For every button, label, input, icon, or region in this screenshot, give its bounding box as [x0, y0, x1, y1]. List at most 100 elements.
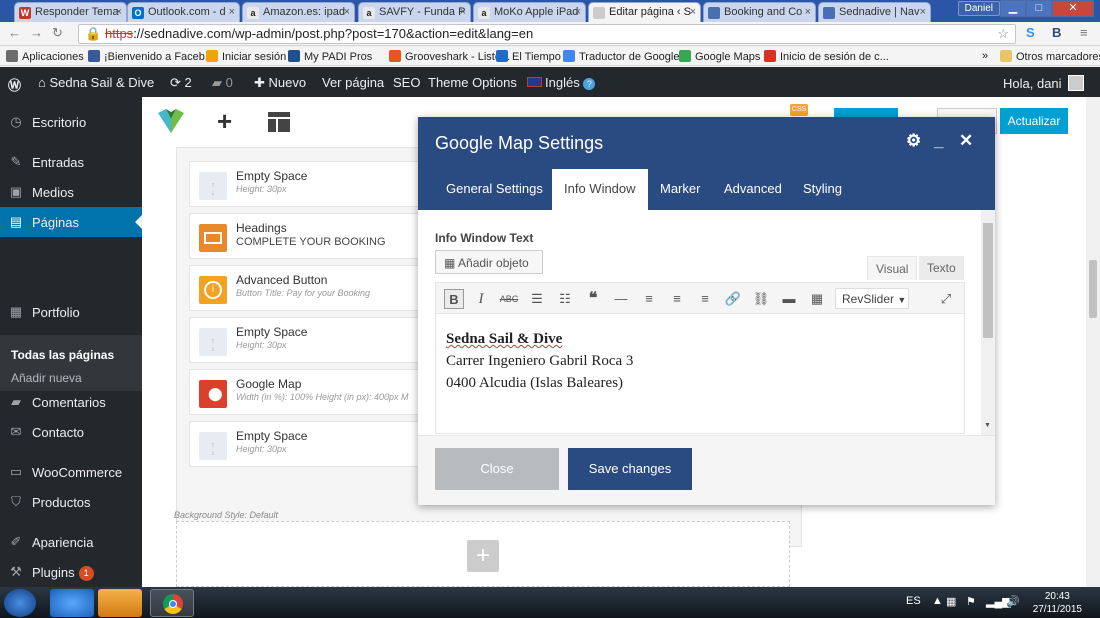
bookmarks-overflow-icon[interactable]: » — [982, 50, 988, 62]
add-object-button[interactable]: ▦ Añadir objeto — [435, 250, 543, 274]
sidebar-item-productos[interactable]: ⛉ Productos — [0, 487, 142, 517]
seo-link[interactable]: SEO — [393, 75, 420, 90]
sidebar-item-apariencia[interactable]: ✐ Apariencia — [0, 527, 142, 557]
bookmark-item[interactable]: Grooveshark - Liste... — [389, 50, 510, 63]
link-icon[interactable]: 🔗 — [723, 289, 743, 309]
sidebar-item-escritorio[interactable]: ◷ Escritorio — [0, 107, 142, 137]
builder-element[interactable]: ↑ ↓ Empty Space Height: 30px — [189, 421, 439, 467]
modal-scrollbar[interactable]: ▼ — [981, 210, 995, 435]
italic-icon[interactable]: I — [471, 289, 491, 309]
tab-text[interactable]: Texto — [919, 256, 964, 280]
tab-close-icon[interactable]: × — [805, 6, 811, 18]
language-switcher[interactable]: Inglés ? — [527, 75, 596, 90]
clock[interactable]: 20:43 27/11/2015 — [1033, 590, 1082, 616]
browser-tab[interactable]: Sednadive | Nav × — [818, 2, 931, 22]
close-window-icon[interactable]: ✕ — [1052, 0, 1094, 17]
update-button[interactable]: Actualizar — [1000, 108, 1068, 134]
bold-icon[interactable]: B — [444, 289, 464, 309]
minimize-modal-icon[interactable]: _ — [934, 131, 943, 151]
sidebar-item-medios[interactable]: ▣ Medios — [0, 177, 142, 207]
builder-element[interactable]: Headings COMPLETE YOUR BOOKING — [189, 213, 439, 259]
bookmark-item[interactable]: Inicio de sesión de c... — [764, 50, 889, 63]
back-icon[interactable]: ← — [8, 25, 21, 40]
start-button[interactable] — [4, 589, 36, 617]
sidebar-item-portfolio[interactable]: ▦ Portfolio — [0, 297, 142, 327]
sidebar-item-entradas[interactable]: ✎ Entradas — [0, 147, 142, 177]
scroll-down-icon[interactable]: ▼ — [984, 422, 991, 429]
tab-close-icon[interactable]: × — [229, 6, 235, 18]
sidebar-item-comentarios[interactable]: ▰ Comentarios — [0, 387, 142, 417]
strikethrough-icon[interactable]: ABC — [499, 289, 519, 309]
sidebar-item-woocommerce[interactable]: ▭ WooCommerce — [0, 457, 142, 487]
tab-advanced[interactable]: Advanced — [724, 169, 782, 210]
bookmark-item[interactable]: My PADI Pros — [288, 50, 372, 63]
visual-composer-logo-icon[interactable] — [158, 109, 184, 133]
wordpress-logo-icon[interactable]: Ⓦ — [8, 75, 21, 94]
close-button[interactable]: Close — [435, 448, 559, 490]
save-changes-button[interactable]: Save changes — [568, 448, 692, 490]
browser-tab[interactable]: a MoKo Apple iPad × — [473, 2, 586, 22]
close-icon[interactable]: ✕ — [959, 131, 973, 151]
other-bookmarks[interactable]: Otros marcadores — [1000, 50, 1100, 63]
page-scrollbar[interactable] — [1086, 97, 1100, 587]
blockquote-icon[interactable]: ❝ — [583, 289, 603, 309]
submenu-all-pages[interactable]: Todas las páginas — [11, 348, 114, 362]
add-element-icon[interactable]: + — [217, 106, 232, 137]
media-player-icon[interactable] — [98, 589, 142, 617]
templates-icon[interactable] — [268, 112, 290, 132]
browser-tab[interactable]: O Outlook.com - d × — [127, 2, 240, 22]
theme-options-link[interactable]: Theme Options — [428, 75, 517, 90]
language-indicator[interactable]: ES — [906, 595, 921, 607]
toolbar-toggle-icon[interactable]: ▦ — [807, 289, 827, 309]
bookmark-item[interactable]: Iniciar sesión — [206, 50, 286, 63]
info-window-editor[interactable]: Sedna Sail & Dive Carrer Ingeniero Gabri… — [435, 314, 965, 434]
site-name-link[interactable]: ⌂ Sedna Sail & Dive — [38, 75, 154, 90]
fullscreen-icon[interactable]: ⤢ — [936, 289, 956, 309]
tab-info-window[interactable]: Info Window — [552, 169, 648, 210]
bookmark-item[interactable]: Traductor de Google — [563, 50, 679, 63]
tab-styling[interactable]: Styling — [803, 169, 842, 210]
profile-badge[interactable]: Daniel — [957, 1, 1000, 16]
bookmark-item[interactable]: Google Maps — [679, 50, 760, 63]
bookmark-item[interactable]: ¡Bienvenido a Faceb... — [88, 50, 214, 63]
tab-close-icon[interactable]: × — [344, 6, 350, 18]
tab-general-settings[interactable]: General Settings — [446, 169, 543, 210]
bookmark-star-icon[interactable]: ☆ — [997, 25, 1009, 43]
builder-element[interactable]: ⬤ Google Map Width (in %): 100% Height (in… — [189, 369, 439, 415]
align-left-icon[interactable]: ≡ — [639, 289, 659, 309]
bookmark-item[interactable]: Aplicaciones — [6, 50, 84, 63]
action-center-icon[interactable]: ⚑ — [966, 595, 976, 608]
browser-tab[interactable]: a Amazon.es: ipad × — [242, 2, 355, 22]
forward-icon[interactable]: → — [30, 25, 43, 40]
tab-close-icon[interactable]: × — [690, 6, 696, 18]
css-badge[interactable]: CSS — [790, 104, 808, 116]
browser-tab[interactable]: W Responder Tema × — [14, 2, 127, 22]
unlink-icon[interactable]: ⛓ — [751, 289, 771, 309]
gear-icon[interactable]: ⚙ — [906, 131, 921, 151]
bullet-list-icon[interactable]: ☰ — [527, 289, 547, 309]
builder-element[interactable]: ↑ ↓ Empty Space Height: 30px — [189, 161, 439, 207]
tab-close-icon[interactable]: × — [575, 6, 581, 18]
sidebar-item-páginas[interactable]: ▤ Páginas — [0, 207, 142, 237]
network-flag-icon[interactable]: ▦ — [946, 595, 956, 608]
comments-link[interactable]: ▰ 0 — [212, 75, 233, 91]
tab-close-icon[interactable]: × — [920, 6, 926, 18]
sidebar-item-plugins[interactable]: ⚒ Plugins 1 — [0, 557, 142, 587]
numbered-list-icon[interactable]: ☷ — [555, 289, 575, 309]
browser-tab[interactable]: Editar página ‹ S × — [588, 2, 701, 22]
tab-close-icon[interactable]: × — [460, 6, 466, 18]
horizontal-rule-icon[interactable]: — — [611, 289, 631, 309]
browser-tab[interactable]: Booking and Co × — [703, 2, 816, 22]
tab-close-icon[interactable]: × — [116, 6, 122, 18]
sidebar-item-contacto[interactable]: ✉ Contacto — [0, 417, 142, 447]
tab-visual[interactable]: Visual — [867, 256, 918, 280]
builder-element[interactable]: i Advanced Button Button Title: Pay for yo… — [189, 265, 439, 311]
ie-icon[interactable] — [50, 589, 94, 617]
view-page-link[interactable]: Ver página — [322, 75, 384, 90]
skype-icon[interactable]: S — [1026, 25, 1035, 40]
new-content-link[interactable]: ✚ Nuevo — [254, 75, 306, 91]
booking-extension-icon[interactable]: B — [1052, 25, 1061, 40]
updates-link[interactable]: ⟳ 2 — [170, 75, 192, 91]
read-more-icon[interactable]: ▬ — [779, 289, 799, 309]
bookmark-item[interactable]: El Tiempo — [496, 50, 561, 63]
